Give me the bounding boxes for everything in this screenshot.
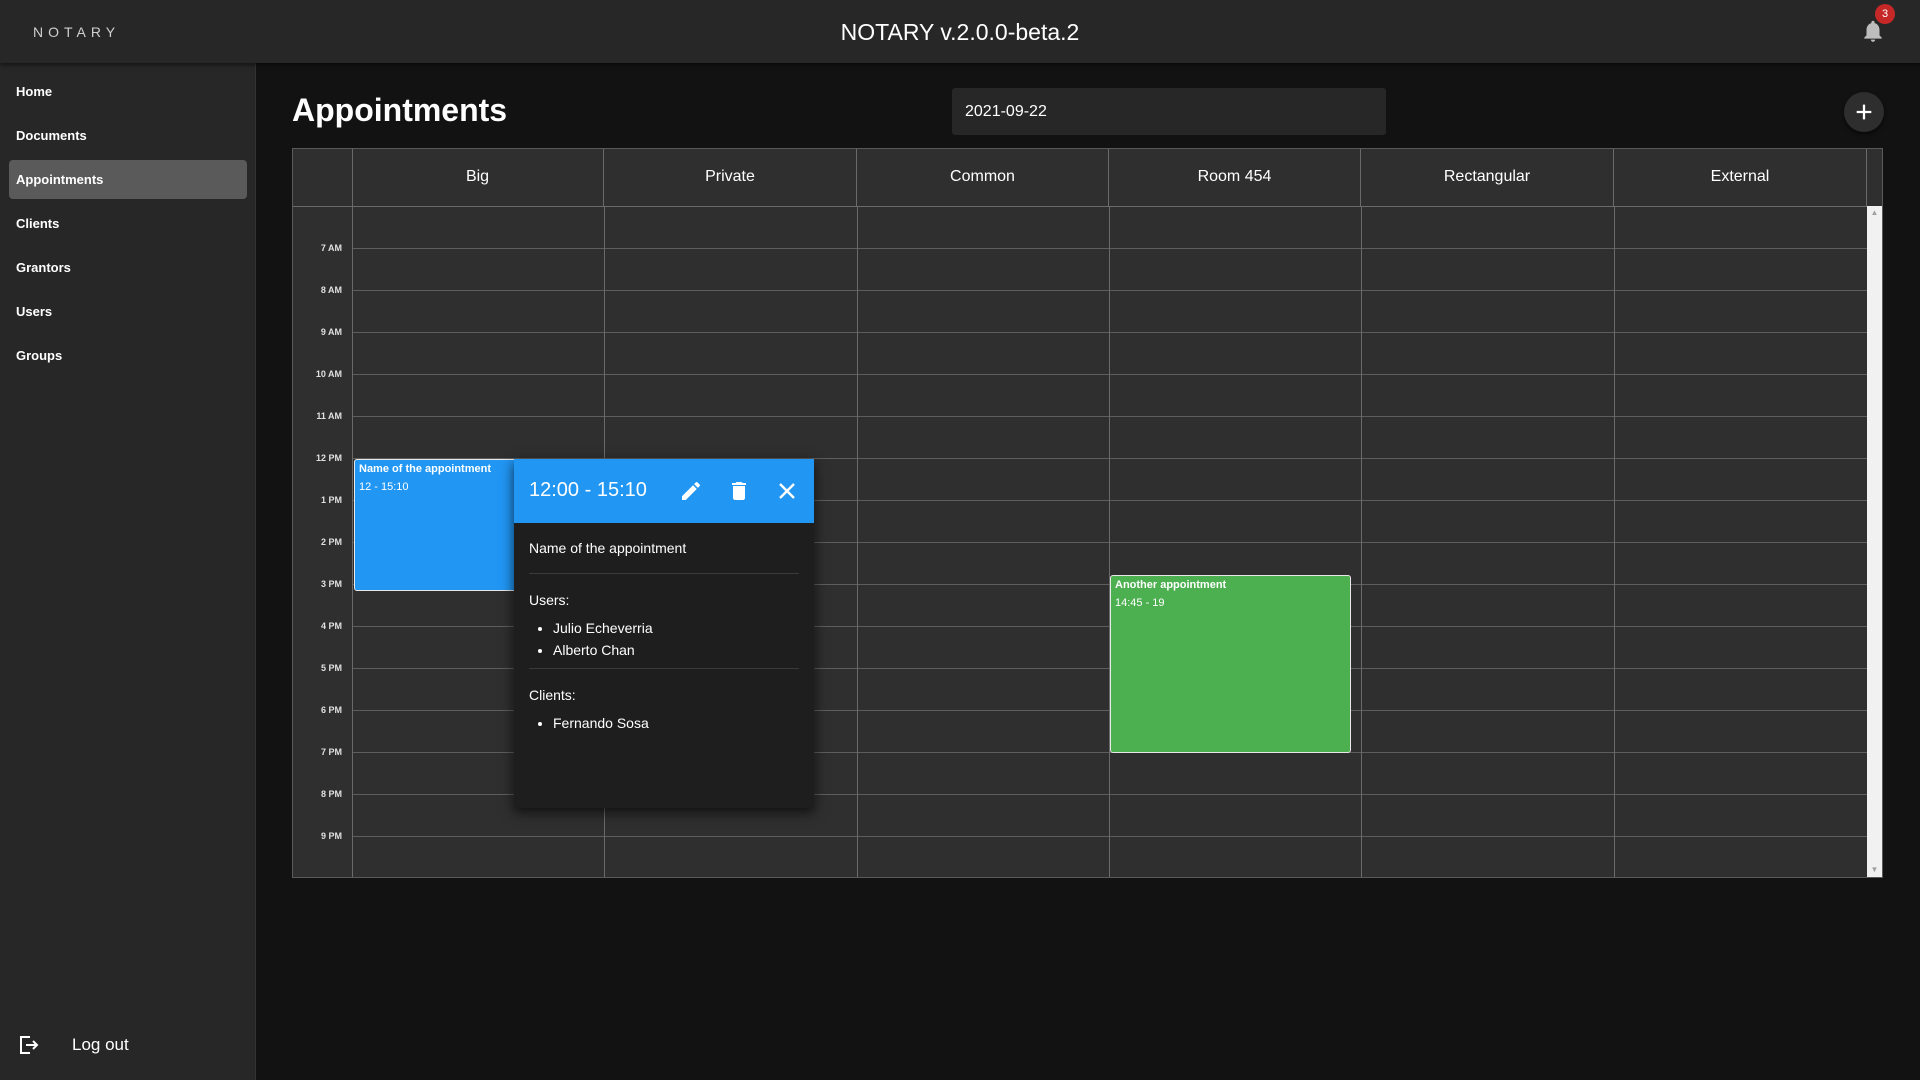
edit-button[interactable] [679,479,703,503]
time-label: 11 AM [316,411,342,421]
time-label: 4 PM [320,621,342,631]
time-label: 5 PM [320,663,342,673]
room-header-rectangular: Rectangular [1361,149,1614,206]
clients-list: Fernando Sosa [529,715,799,731]
sidebar: Home Documents Appointments Clients Gran… [0,63,256,1080]
delete-button[interactable] [727,479,751,503]
time-label: 8 PM [320,789,342,799]
logout-button[interactable]: Log out [16,1030,129,1060]
sidebar-item-clients[interactable]: Clients [9,204,247,243]
divider [529,668,799,669]
time-label: 6 PM [320,705,342,715]
sidebar-item-appointments[interactable]: Appointments [9,160,247,199]
sidebar-item-documents[interactable]: Documents [9,116,247,155]
time-label: 7 PM [320,747,342,757]
notification-badge: 3 [1875,4,1895,24]
time-label: 3 PM [320,579,342,589]
column-line [857,206,858,877]
scroll-down-arrow[interactable]: ▼ [1867,863,1882,877]
popover-body: Name of the appointment Users: Julio Ech… [529,523,799,737]
column-line [1109,206,1110,877]
top-bar: NOTARY NOTARY v.2.0.0-beta.2 3 [0,0,1920,63]
time-label: 9 PM [320,831,342,841]
user-item: Alberto Chan [553,642,799,658]
event-name: Another appointment [1115,579,1227,591]
add-appointment-button[interactable] [1844,92,1884,132]
sidebar-item-grantors[interactable]: Grantors [9,248,247,287]
logout-label: Log out [72,1035,129,1054]
logout-icon [20,1036,39,1054]
pencil-icon [682,481,701,500]
column-line [1361,206,1362,877]
room-header-private: Private [604,149,857,206]
time-label: 12 PM [315,453,342,463]
scroll-up-arrow[interactable]: ▲ [1867,206,1882,220]
users-label: Users: [529,592,570,608]
room-header-room-454: Room 454 [1109,149,1361,206]
divider [529,573,799,574]
time-label: 9 AM [320,327,342,337]
page-title: Appointments [292,92,508,128]
appointment-name: Name of the appointment [529,540,687,556]
sidebar-item-home[interactable]: Home [9,72,247,111]
sidebar-item-groups[interactable]: Groups [9,336,247,375]
clients-label: Clients: [529,687,576,703]
users-list: Julio Echeverria Alberto Chan [529,620,799,658]
popover-time: 12:00 - 15:10 [529,479,647,501]
calendar-header: Big Private Common Room 454 Rectangular … [293,149,1867,207]
time-column-header [293,149,353,206]
trash-icon [732,482,746,500]
time-label: 1 PM [320,495,342,505]
notifications-button[interactable]: 3 [1860,4,1895,44]
appointment-event[interactable]: Another appointment 14:45 - 19 [1110,575,1351,753]
time-label: 7 AM [320,243,342,253]
close-button[interactable] [775,479,799,503]
user-item: Julio Echeverria [553,620,799,636]
time-label: 8 AM [320,285,342,295]
client-item: Fernando Sosa [553,715,799,731]
date-field[interactable]: 2021-09-22 [952,88,1386,135]
time-label: 2 PM [320,537,342,547]
calendar-scrollbar[interactable]: ▲ ▼ [1867,206,1882,877]
column-line [352,206,353,877]
room-header-big: Big [352,149,604,206]
close-icon [779,483,795,499]
room-header-external: External [1614,149,1867,206]
popover-header: 12:00 - 15:10 [514,459,814,523]
column-line [1614,206,1615,877]
room-header-common: Common [857,149,1109,206]
event-time: 14:45 - 19 [1115,597,1165,609]
appointment-details-popover: 12:00 - 15:10 Name of the appointment Us… [514,459,814,808]
sidebar-item-users[interactable]: Users [9,292,247,331]
time-label: 10 AM [315,369,342,379]
app-title: NOTARY v.2.0.0-beta.2 [840,19,1080,45]
plus-icon [1856,104,1872,120]
